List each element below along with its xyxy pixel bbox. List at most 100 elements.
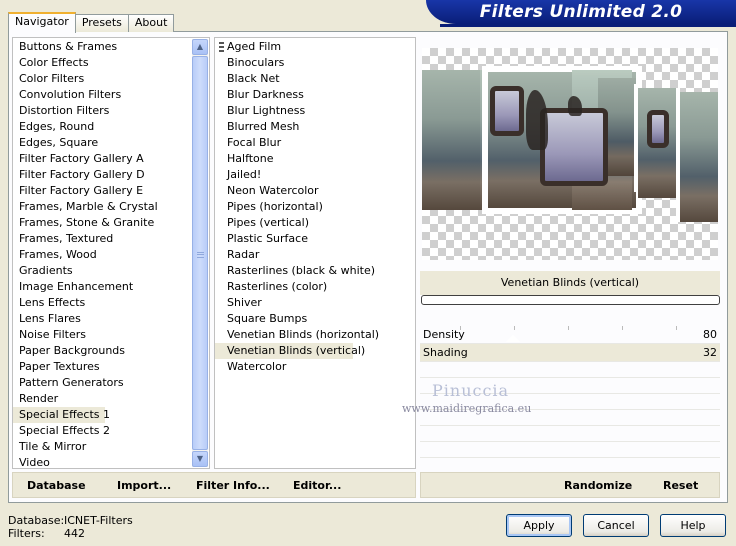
filter-item[interactable]: Rasterlines (black & white) — [215, 263, 415, 279]
filter-item[interactable]: Watercolor — [215, 359, 415, 375]
chevron-up-icon[interactable]: ▲ — [192, 39, 208, 55]
filter-item[interactable]: Rasterlines (color) — [215, 279, 415, 295]
filter-item[interactable]: Focal Blur — [215, 135, 415, 151]
category-item[interactable]: Edges, Square — [13, 135, 193, 151]
filter-item-label: Watercolor — [227, 360, 287, 373]
tab-bar: Navigator Presets About — [8, 12, 175, 33]
category-item[interactable]: Frames, Wood — [13, 247, 193, 263]
slider-ticks — [460, 326, 680, 330]
filter-item[interactable]: Jailed! — [215, 167, 415, 183]
param-shading-value: 32 — [703, 346, 717, 359]
param-density[interactable]: Density 80 — [420, 326, 720, 344]
filter-item[interactable]: Blurred Mesh — [215, 119, 415, 135]
category-item[interactable]: Filter Factory Gallery D — [13, 167, 193, 183]
filter-item-label: Halftone — [227, 152, 274, 165]
param-empty-row — [420, 362, 720, 378]
param-shading[interactable]: Shading 32 — [420, 335, 720, 362]
filter-item-label: Venetian Blinds (horizontal) — [227, 328, 380, 341]
category-item[interactable]: Frames, Marble & Crystal — [13, 199, 193, 215]
filter-item-label: Binoculars — [227, 56, 285, 69]
filter-item[interactable]: Plastic Surface — [215, 231, 415, 247]
filter-item[interactable]: Blur Darkness — [215, 87, 415, 103]
category-item[interactable]: Edges, Round — [13, 119, 193, 135]
filter-item[interactable]: Aged Film — [215, 39, 415, 55]
filter-item[interactable]: Halftone — [215, 151, 415, 167]
filter-item-label: Black Net — [227, 72, 280, 85]
filter-item[interactable]: Venetian Blinds (vertical) — [215, 343, 365, 359]
database-info: Database: ICNET-Filters Filters: 442 — [8, 514, 133, 540]
drag-handle-icon — [219, 42, 224, 53]
category-item[interactable]: Distortion Filters — [13, 103, 193, 119]
tab-navigator[interactable]: Navigator — [8, 12, 76, 33]
apply-button[interactable]: Apply — [506, 514, 572, 537]
scrollbar-thumb[interactable] — [192, 56, 208, 450]
filter-item[interactable]: Pipes (horizontal) — [215, 199, 415, 215]
filter-item-label: Shiver — [227, 296, 262, 309]
slider-pointer-icon — [506, 335, 520, 342]
filter-list[interactable]: Aged Film Binoculars Black Net Blur Darknes… — [214, 37, 416, 469]
category-item[interactable]: Color Effects — [13, 55, 193, 71]
filter-item[interactable]: Radar — [215, 247, 415, 263]
filter-item[interactable]: Square Bumps — [215, 311, 415, 327]
category-item[interactable]: Lens Effects — [13, 295, 193, 311]
filter-item[interactable]: Pipes (vertical) — [215, 215, 415, 231]
category-item[interactable]: Convolution Filters — [13, 87, 193, 103]
randomize-button[interactable]: Randomize — [564, 479, 632, 492]
param-empty-row — [420, 426, 720, 442]
preview-image — [422, 48, 718, 260]
category-item[interactable]: Filter Factory Gallery A — [13, 151, 193, 167]
filter-item-label: Rasterlines (color) — [227, 280, 328, 293]
grip-icon — [197, 252, 204, 258]
category-list[interactable]: Buttons & Frames Color Effects Color Filte… — [12, 37, 210, 469]
filters-count-label: Filters: — [8, 527, 45, 540]
left-button-bar: Database Import... Filter Info... Editor… — [12, 472, 416, 498]
category-item[interactable]: Noise Filters — [13, 327, 193, 343]
right-button-bar: Randomize Reset — [420, 472, 720, 498]
category-item[interactable]: Gradients — [13, 263, 193, 279]
category-item[interactable]: Render — [13, 391, 193, 407]
category-item[interactable]: Color Filters — [13, 71, 193, 87]
param-empty-row — [420, 442, 720, 458]
app-title-banner: Filters Unlimited 2.0 — [426, 0, 736, 24]
editor-button[interactable]: Editor... — [293, 479, 341, 492]
database-label: Database: — [8, 514, 65, 527]
chevron-down-icon[interactable]: ▼ — [192, 451, 208, 467]
filter-item[interactable]: Blur Lightness — [215, 103, 415, 119]
cancel-button[interactable]: Cancel — [583, 514, 649, 537]
category-item[interactable]: Lens Flares — [13, 311, 193, 327]
filter-item-label: Blurred Mesh — [227, 120, 300, 133]
help-button[interactable]: Help — [660, 514, 726, 537]
category-item[interactable]: Paper Backgrounds — [13, 343, 193, 359]
category-item[interactable]: Paper Textures — [13, 359, 193, 375]
category-item[interactable]: Image Enhancement — [13, 279, 193, 295]
category-item[interactable]: Tile & Mirror — [13, 439, 193, 455]
current-filter-name: Venetian Blinds (vertical) — [420, 271, 720, 295]
database-button[interactable]: Database — [27, 479, 86, 492]
category-item[interactable]: Video — [13, 455, 193, 471]
filter-info-button[interactable]: Filter Info... — [196, 479, 270, 492]
tab-presets[interactable]: Presets — [74, 14, 129, 32]
banner-underline — [440, 24, 736, 27]
category-item[interactable]: Frames, Textured — [13, 231, 193, 247]
progress-bar — [421, 295, 720, 305]
filter-item[interactable]: Neon Watercolor — [215, 183, 415, 199]
filter-item-label: Neon Watercolor — [227, 184, 319, 197]
filter-item[interactable]: Shiver — [215, 295, 415, 311]
filter-item-label: Blur Darkness — [227, 88, 304, 101]
filter-item[interactable]: Binoculars — [215, 55, 415, 71]
reset-button[interactable]: Reset — [663, 479, 698, 492]
category-item[interactable]: Special Effects 2 — [13, 423, 193, 439]
category-items: Buttons & Frames Color Effects Color Filte… — [13, 39, 193, 471]
tab-about[interactable]: About — [127, 14, 175, 32]
category-item[interactable]: Frames, Stone & Granite — [13, 215, 193, 231]
filter-item[interactable]: Black Net — [215, 71, 415, 87]
category-item[interactable]: Filter Factory Gallery E — [13, 183, 193, 199]
category-scrollbar[interactable]: ▲ ▼ — [192, 39, 208, 467]
filter-item-label: Pipes (horizontal) — [227, 200, 323, 213]
category-item[interactable]: Buttons & Frames — [13, 39, 193, 55]
import-button[interactable]: Import... — [117, 479, 171, 492]
category-item[interactable]: Special Effects 1 — [13, 407, 110, 423]
category-item[interactable]: Pattern Generators — [13, 375, 193, 391]
filter-item[interactable]: Venetian Blinds (horizontal) — [215, 327, 415, 343]
watermark-url: www.maidiregrafica.eu — [402, 402, 532, 415]
